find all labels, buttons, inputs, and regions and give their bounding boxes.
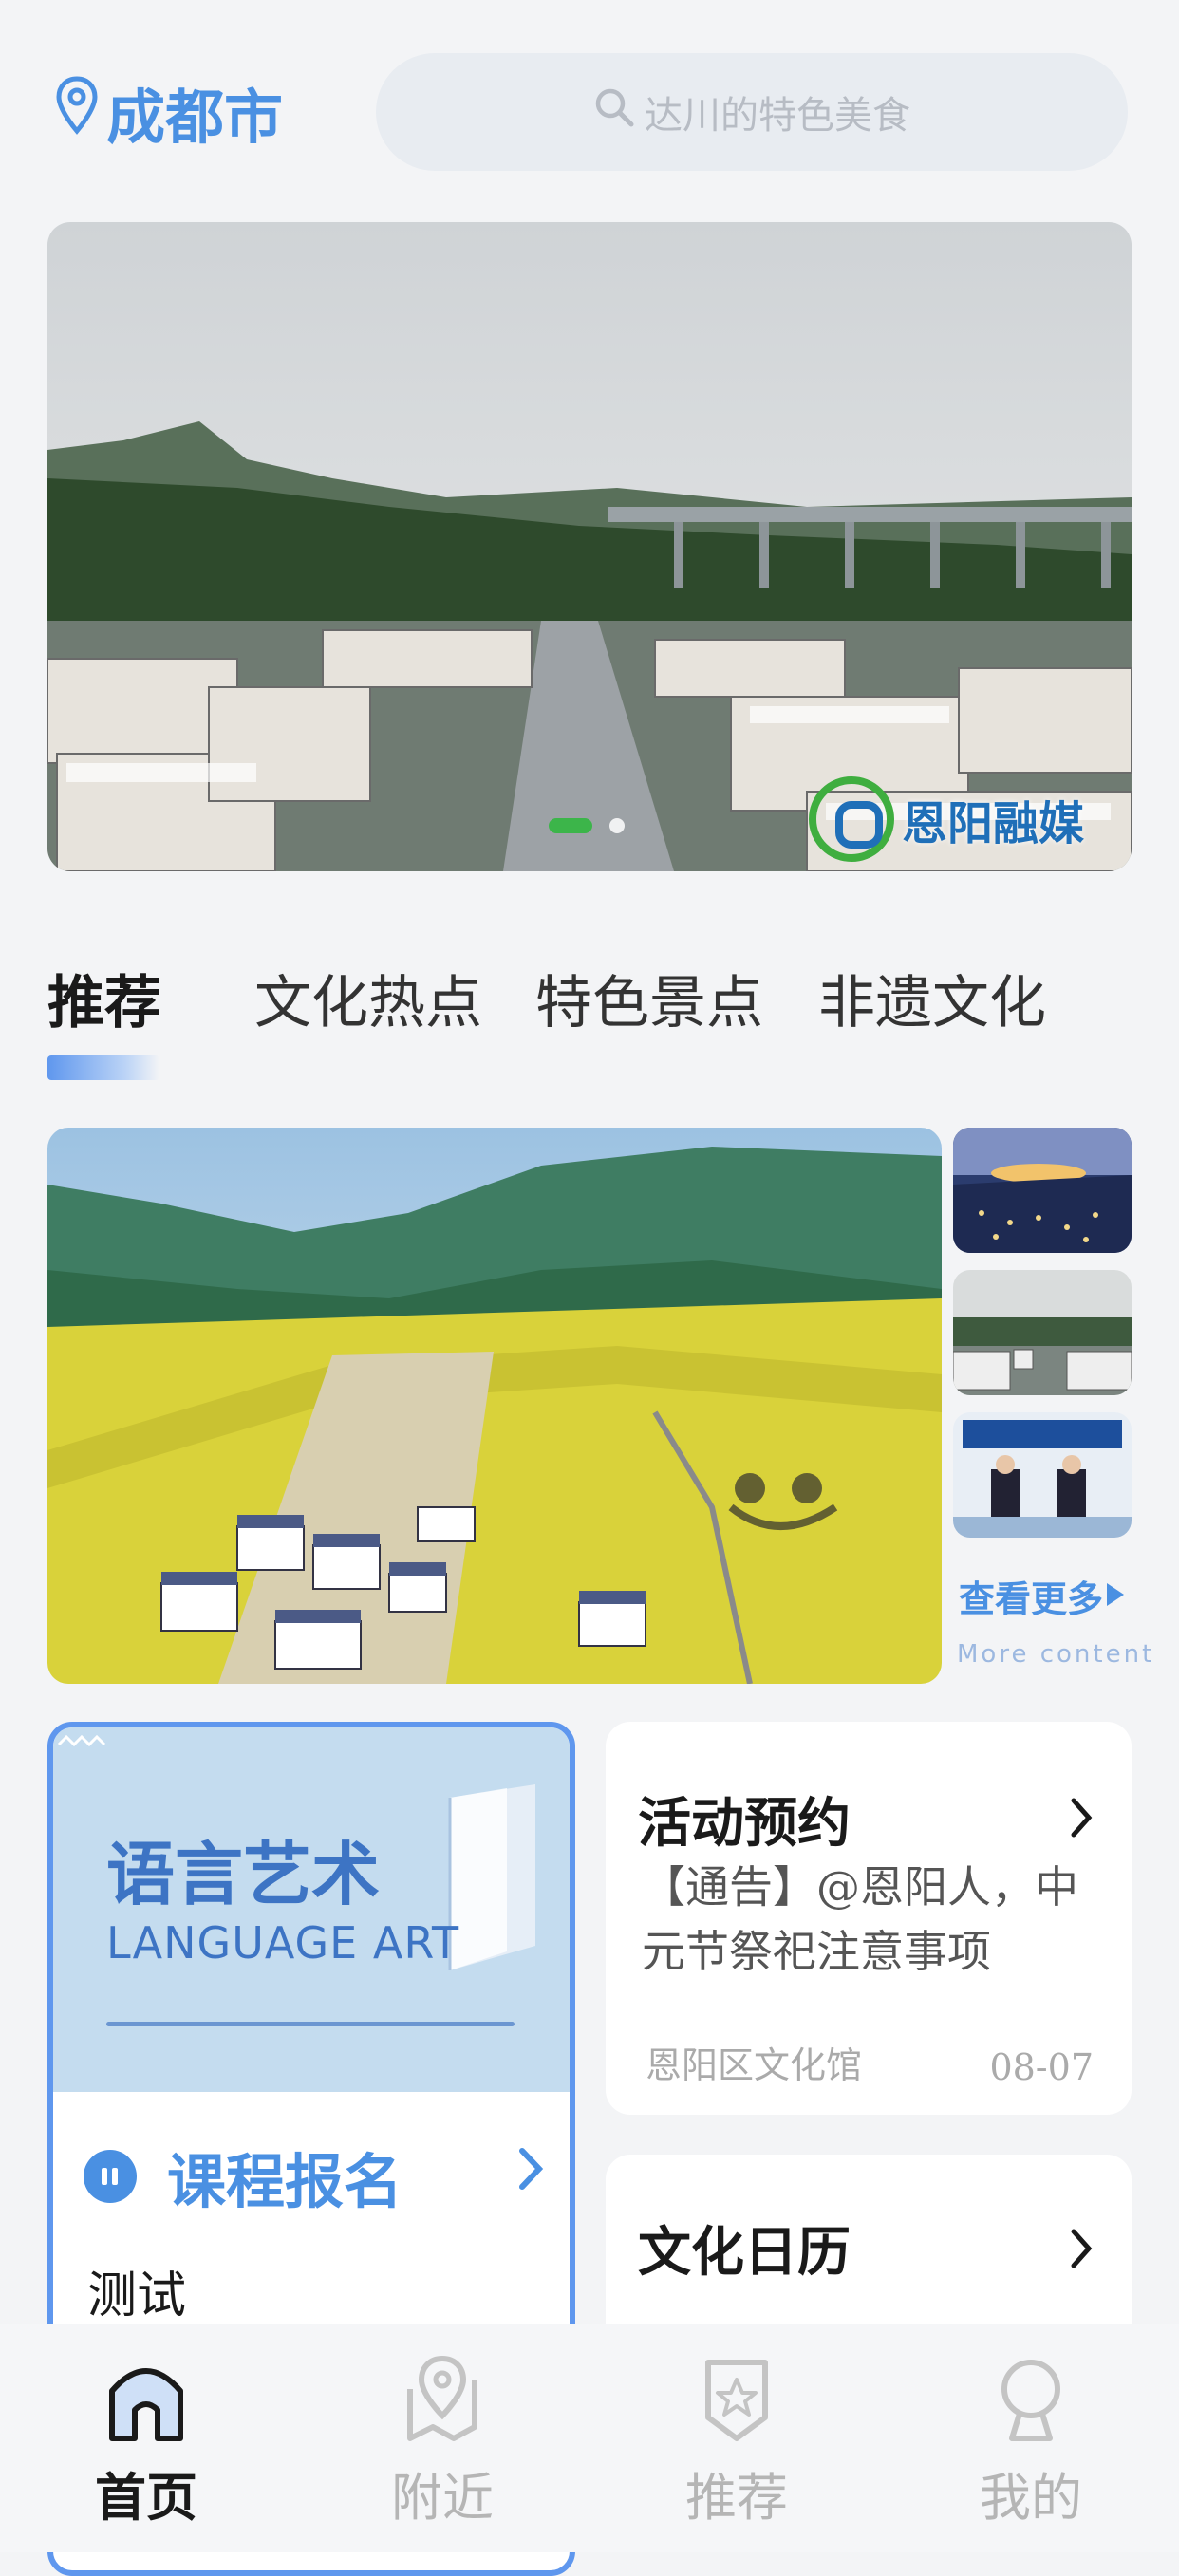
thumbnail-service-center[interactable] xyxy=(953,1412,1132,1538)
culture-calendar-title: 文化日历 xyxy=(638,2221,851,2284)
chevron-right-icon[interactable] xyxy=(1069,1796,1094,1843)
activity-source: 恩阳区文化馆 xyxy=(646,2044,863,2086)
activity-notice[interactable]: 【通告】@恩阳人，中元节祭祀注意事项 xyxy=(642,1855,1097,1984)
chevron-right-icon[interactable] xyxy=(1069,2227,1094,2274)
book-open-icon xyxy=(84,2150,137,2203)
search-input[interactable]: 达川的特色美食 xyxy=(376,53,1128,171)
banner-image xyxy=(47,222,1132,871)
divider xyxy=(106,2022,515,2026)
thumbnail-image xyxy=(953,1128,1132,1253)
nav-mine-label: 我的 xyxy=(980,2468,1082,2528)
thumbnail-industrial-park[interactable] xyxy=(953,1270,1132,1395)
thumbnail-image xyxy=(953,1270,1132,1395)
featured-photo[interactable] xyxy=(47,1128,942,1684)
city-selector[interactable]: 成都市 xyxy=(55,74,283,152)
nav-home[interactable]: 首页 xyxy=(51,2351,241,2530)
nav-nearby[interactable]: 附近 xyxy=(347,2351,537,2530)
user-icon xyxy=(989,2351,1073,2450)
map-pin-icon xyxy=(401,2351,484,2450)
course-signup-label: 课程报名 xyxy=(167,2147,403,2216)
tab-recommend[interactable]: 推荐 xyxy=(47,957,161,1039)
star-badge-icon xyxy=(695,2351,778,2450)
bottom-navigation: 首页 附近 推荐 我的 xyxy=(0,2324,1179,2552)
home-icon xyxy=(104,2351,188,2450)
tab-culture-hot[interactable]: 文化热点 xyxy=(254,957,482,1039)
carousel-dot-active[interactable] xyxy=(549,818,592,833)
city-label: 成都市 xyxy=(106,83,284,152)
carousel-indicator xyxy=(549,818,625,833)
thumbnail-night-city[interactable] xyxy=(953,1128,1132,1253)
activity-date: 08-07 xyxy=(989,2046,1094,2088)
banner-carousel[interactable]: 恩阳融媒 xyxy=(47,222,1132,871)
course-signup[interactable]: 课程报名 xyxy=(84,2134,402,2219)
featured-image xyxy=(47,1128,942,1684)
category-tabs: 推荐 文化热点 特色景点 非遗文化 xyxy=(47,957,1130,1080)
language-art-title: 语言艺术 xyxy=(106,1835,381,1914)
view-more-link[interactable]: 查看更多 xyxy=(959,1570,1128,1622)
language-art-subtitle: LANGUAGE ART xyxy=(106,1917,460,1969)
search-placeholder: 达川的特色美食 xyxy=(645,94,910,138)
nav-nearby-label: 附近 xyxy=(391,2468,494,2528)
triangle-right-icon xyxy=(1103,1576,1128,1617)
nav-recommend[interactable]: 推荐 xyxy=(642,2351,832,2530)
brand-logo-icon xyxy=(808,776,894,862)
view-more-label: 查看更多 xyxy=(959,1578,1104,1620)
search-icon xyxy=(593,86,645,138)
tab-intangible-heritage[interactable]: 非遗文化 xyxy=(818,957,1046,1039)
carousel-dot[interactable] xyxy=(609,818,625,833)
nav-recommend-label: 推荐 xyxy=(685,2468,788,2528)
brand-watermark: 恩阳融媒 xyxy=(808,776,1084,862)
wave-decoration-icon xyxy=(57,1734,106,1747)
language-art-header: 语言艺术 LANGUAGE ART xyxy=(53,1727,570,2092)
tab-active-indicator xyxy=(47,1055,159,1080)
thumbnail-image xyxy=(953,1412,1132,1538)
activity-booking-title: 活动预约 xyxy=(638,1792,851,1855)
brand-text: 恩阳融媒 xyxy=(901,797,1084,850)
tab-scenic-spots[interactable]: 特色景点 xyxy=(535,957,763,1039)
view-more-subtitle: More content xyxy=(957,1640,1155,1669)
nav-home-label: 首页 xyxy=(95,2467,197,2528)
location-pin-icon xyxy=(55,75,106,149)
chevron-right-icon[interactable] xyxy=(516,2145,545,2196)
course-item[interactable]: 测试 xyxy=(87,2255,186,2326)
nav-mine[interactable]: 我的 xyxy=(936,2351,1126,2530)
activity-booking-card[interactable]: 活动预约 【通告】@恩阳人，中元节祭祀注意事项 恩阳区文化馆 08-07 xyxy=(606,1722,1132,2115)
